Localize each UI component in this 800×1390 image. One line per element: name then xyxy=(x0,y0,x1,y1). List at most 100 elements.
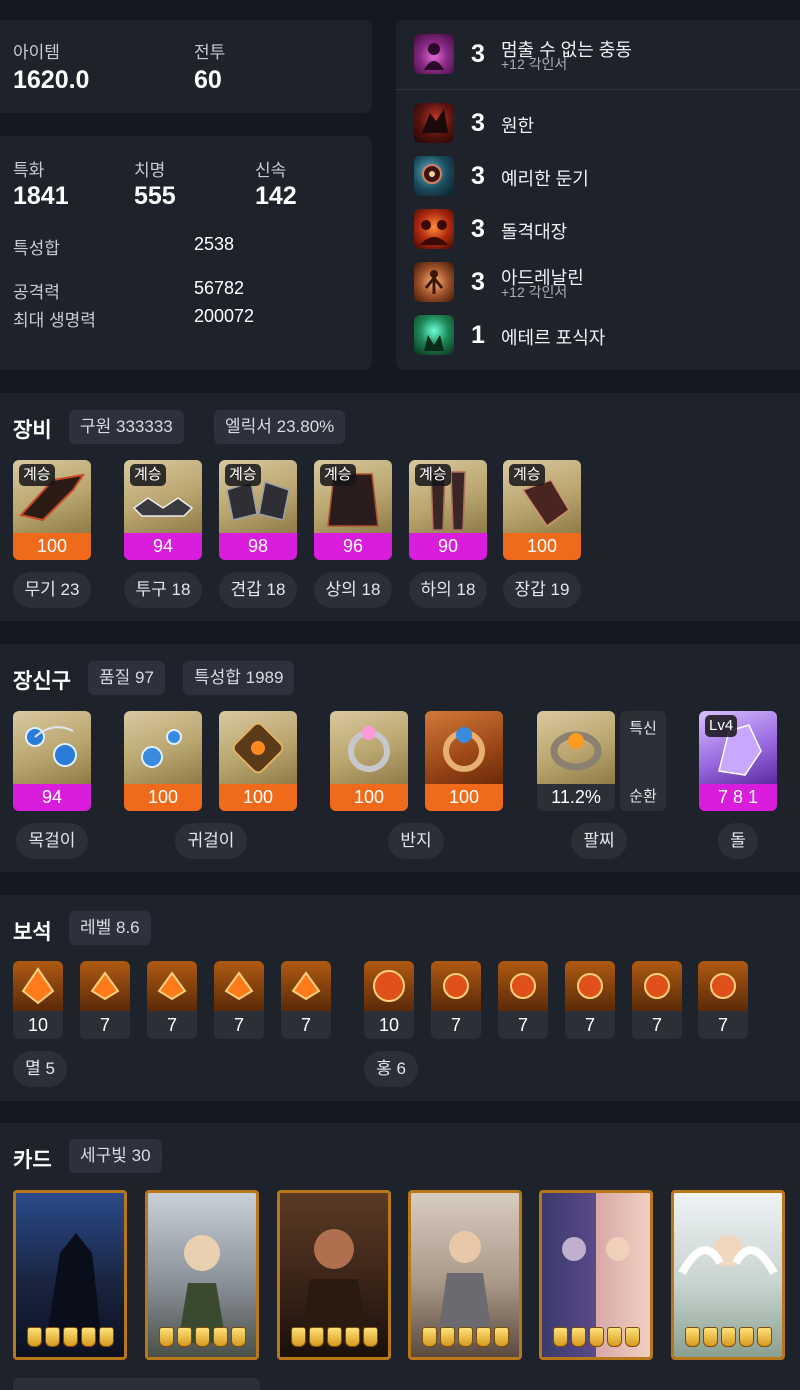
card[interactable] xyxy=(408,1190,522,1360)
combat-level-label: 전투 xyxy=(194,43,226,62)
awakening-gems xyxy=(148,1327,256,1347)
crimson-gem[interactable]: 10 xyxy=(364,961,414,1039)
bracelet-stat-1: 특신 xyxy=(629,720,657,737)
gem-level: 7 xyxy=(80,1011,130,1039)
helmet-slot[interactable]: 계승 94 xyxy=(124,460,202,560)
annihilation-gem[interactable]: 7 xyxy=(214,961,264,1039)
crimson-gem-icon xyxy=(632,961,682,1011)
quality-bar: 100 xyxy=(13,533,91,560)
combat-level-value: 60 xyxy=(194,66,222,94)
ring-icon xyxy=(425,711,503,784)
card[interactable] xyxy=(539,1190,653,1360)
gem-level: 7 xyxy=(498,1011,548,1039)
swift-value: 142 xyxy=(255,182,297,210)
ring-label: 반지 xyxy=(388,823,444,859)
level-panel: 아이템 1620.0 전투 60 xyxy=(0,20,372,113)
crimson-gem[interactable]: 7 xyxy=(698,961,748,1039)
transcendence-chip: 구원 333333 xyxy=(69,410,184,444)
gem-level: 7 xyxy=(147,1011,197,1039)
card[interactable] xyxy=(671,1190,785,1360)
ring-slot[interactable]: 100 xyxy=(330,711,408,811)
crimson-gem-icon xyxy=(565,961,615,1011)
succession-tag: 계승 xyxy=(320,464,356,486)
stone-value: 7 8 1 xyxy=(699,784,777,811)
elixir-chip: 엘릭서 23.80% xyxy=(214,410,346,444)
special-value: 1841 xyxy=(13,182,69,210)
succession-tag: 계승 xyxy=(509,464,545,486)
gem-level: 10 xyxy=(364,1011,414,1039)
quality-bar: 94 xyxy=(124,533,202,560)
pants-label: 하의 18 xyxy=(409,572,487,608)
card[interactable] xyxy=(145,1190,259,1360)
earring-slot[interactable]: 100 xyxy=(219,711,297,811)
annihilation-gem[interactable]: 10 xyxy=(13,961,63,1039)
quality-bar: 94 xyxy=(13,784,91,811)
crimson-label: 홍 6 xyxy=(364,1051,418,1087)
ring-slot[interactable]: 100 xyxy=(425,711,503,811)
annihilation-label: 멸 5 xyxy=(13,1051,67,1087)
gloves-slot[interactable]: 계승 100 xyxy=(503,460,581,560)
bracelet-stat-2: 순환 xyxy=(629,788,657,805)
crimson-gem[interactable]: 7 xyxy=(565,961,615,1039)
quality-bar: 100 xyxy=(124,784,202,811)
bracelet-slot[interactable]: 11.2% xyxy=(537,711,615,811)
weapon-slot[interactable]: 계승 100 xyxy=(13,460,91,560)
helmet-label: 투구 18 xyxy=(124,572,202,608)
awakening-gems xyxy=(280,1327,388,1347)
attack-value: 56782 xyxy=(194,278,245,298)
stat-total-chip: 특성합 1989 xyxy=(183,661,295,695)
shoulder-label: 견갑 18 xyxy=(219,572,297,608)
bracelet-icon xyxy=(537,711,615,784)
quality-bar: 100 xyxy=(425,784,503,811)
awakening-gems xyxy=(542,1327,650,1347)
annihilation-gem[interactable]: 7 xyxy=(281,961,331,1039)
engraving-level: 3 xyxy=(471,109,485,137)
crimson-gem-icon xyxy=(698,961,748,1011)
crimson-gem[interactable]: 7 xyxy=(431,961,481,1039)
chest-slot[interactable]: 계승 96 xyxy=(314,460,392,560)
special-label: 특화 xyxy=(13,161,45,180)
attack-label: 공격력 xyxy=(13,283,60,302)
card[interactable] xyxy=(277,1190,391,1360)
pants-slot[interactable]: 계승 90 xyxy=(409,460,487,560)
succession-tag: 계승 xyxy=(130,464,166,486)
annihilation-gem[interactable]: 7 xyxy=(80,961,130,1039)
annihilation-gem-icon xyxy=(80,961,130,1011)
gem-level: 7 xyxy=(431,1011,481,1039)
quality-bar: 96 xyxy=(314,533,392,560)
crimson-gem-icon xyxy=(498,961,548,1011)
cards-title: 카드 xyxy=(13,1149,52,1172)
ability-stone-slot[interactable]: Lv4 7 8 1 xyxy=(699,711,777,811)
keen-blunt-weapon-icon xyxy=(414,156,454,196)
quality-bar: 98 xyxy=(219,533,297,560)
engraving-name: 예리한 둔기 xyxy=(501,169,589,189)
necklace-slot[interactable]: 94 xyxy=(13,711,91,811)
succession-tag: 계승 xyxy=(19,464,55,486)
annihilation-gem-icon xyxy=(214,961,264,1011)
necklace-label: 목걸이 xyxy=(16,823,88,859)
earring-slot[interactable]: 100 xyxy=(124,711,202,811)
card[interactable] xyxy=(13,1190,127,1360)
earring-icon xyxy=(219,711,297,784)
hp-value: 200072 xyxy=(194,306,255,326)
gem-level: 7 xyxy=(281,1011,331,1039)
annihilation-gem[interactable]: 7 xyxy=(147,961,197,1039)
awakening-gems xyxy=(16,1327,124,1347)
succession-tag: 계승 xyxy=(225,464,261,486)
quality-bar: 100 xyxy=(503,533,581,560)
adrenaline-icon xyxy=(414,262,454,302)
swift-label: 신속 xyxy=(255,161,287,180)
earring-icon xyxy=(124,711,202,784)
gloves-label: 장갑 19 xyxy=(503,572,581,608)
engraving-divider xyxy=(396,89,800,90)
shoulder-slot[interactable]: 계승 98 xyxy=(219,460,297,560)
annihilation-gem-icon xyxy=(147,961,197,1011)
engraving-level: 3 xyxy=(471,40,485,68)
awakening-gems xyxy=(674,1327,782,1347)
engraving-book: +12 각인서 xyxy=(501,284,568,300)
crimson-gem[interactable]: 7 xyxy=(632,961,682,1039)
weapon-label: 무기 23 xyxy=(13,572,91,608)
gem-level-chip: 레벨 8.6 xyxy=(69,911,151,945)
bottom-stub xyxy=(13,1378,260,1390)
crimson-gem[interactable]: 7 xyxy=(498,961,548,1039)
